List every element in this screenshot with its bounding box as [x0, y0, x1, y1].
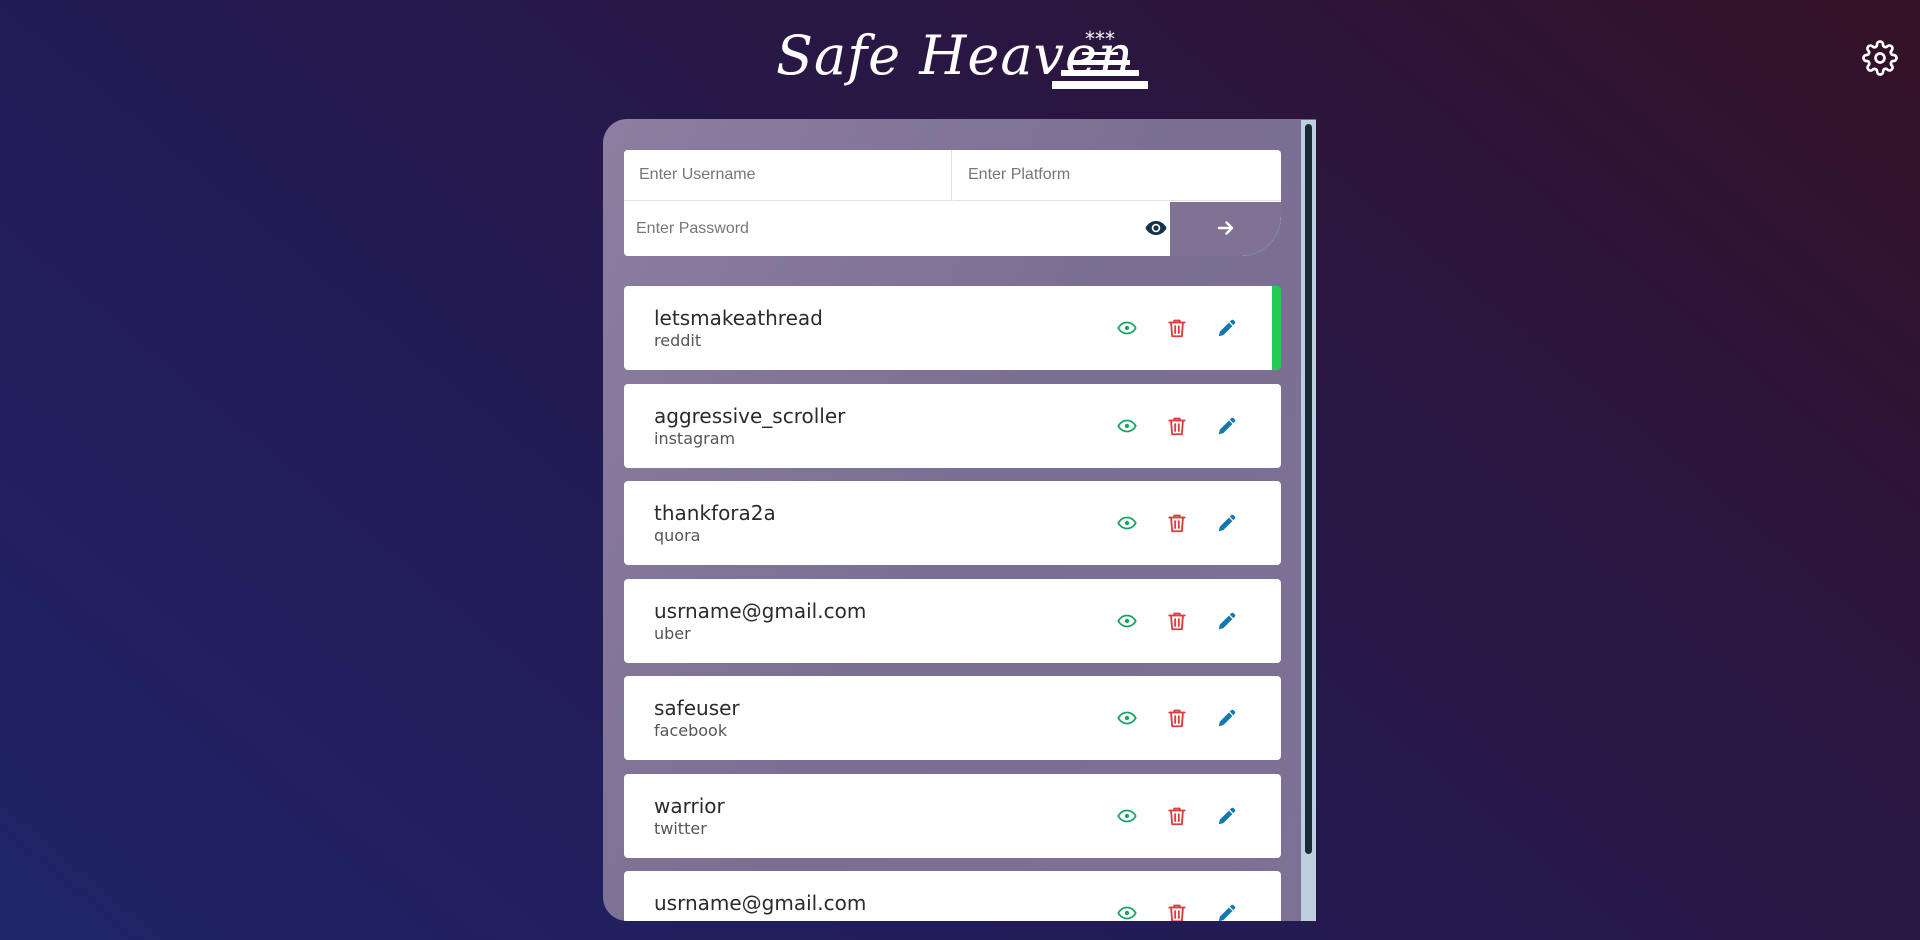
add-credential-form	[624, 150, 1281, 256]
view-password-eye-icon[interactable]	[1116, 805, 1138, 827]
logo-text: ***	[1085, 30, 1115, 51]
credential-platform: uber	[654, 623, 691, 643]
credential-username: warrior	[654, 793, 725, 818]
credential-username: safeuser	[654, 696, 740, 720]
credential-card[interactable]: usrname@gmail.com	[624, 871, 1281, 921]
credential-card[interactable]: letsmakeathread reddit	[624, 286, 1281, 370]
credential-platform: quora	[654, 526, 701, 545]
credential-card[interactable]: safeuser facebook	[624, 676, 1281, 760]
edit-pencil-icon[interactable]	[1216, 512, 1238, 534]
view-password-eye-icon[interactable]	[1116, 707, 1138, 729]
credential-platform: instagram	[654, 428, 736, 448]
logo-icon: ***	[1052, 30, 1148, 89]
gear-icon[interactable]	[1862, 40, 1898, 76]
credential-card[interactable]: thankfora2a quora	[624, 481, 1281, 565]
scrollbar[interactable]	[1301, 120, 1316, 921]
edit-pencil-icon[interactable]	[1216, 805, 1238, 827]
view-password-eye-icon[interactable]	[1116, 512, 1138, 534]
edit-pencil-icon[interactable]	[1216, 415, 1238, 437]
scroll-thumb[interactable]	[1305, 124, 1312, 854]
credential-username: usrname@gmail.com	[654, 891, 867, 915]
delete-trash-icon[interactable]	[1166, 805, 1188, 827]
view-password-eye-icon[interactable]	[1116, 902, 1138, 921]
credential-username: aggressive_scroller	[654, 403, 846, 428]
delete-trash-icon[interactable]	[1166, 317, 1188, 339]
edit-pencil-icon[interactable]	[1216, 317, 1238, 339]
delete-trash-icon[interactable]	[1166, 902, 1188, 921]
delete-trash-icon[interactable]	[1166, 415, 1188, 437]
submit-button[interactable]	[1170, 202, 1281, 256]
delete-trash-icon[interactable]	[1166, 610, 1188, 632]
show-password-eye-icon[interactable]	[1144, 216, 1168, 240]
platform-input[interactable]	[953, 150, 1281, 201]
edit-pencil-icon[interactable]	[1216, 902, 1238, 921]
delete-trash-icon[interactable]	[1166, 707, 1188, 729]
credential-platform: reddit	[654, 331, 702, 350]
vault-panel: letsmakeathreadreddit aggressive_scroller…	[603, 119, 1316, 921]
credential-platform: twitter	[654, 818, 707, 838]
view-password-eye-icon[interactable]	[1116, 317, 1138, 339]
edit-pencil-icon[interactable]	[1216, 610, 1238, 632]
view-password-eye-icon[interactable]	[1116, 610, 1138, 632]
app-header: Safe Heaven ***	[0, 22, 1920, 102]
credential-username: thankfora2a	[654, 501, 776, 525]
arrow-right-icon	[1217, 221, 1234, 235]
view-password-eye-icon[interactable]	[1116, 415, 1138, 437]
credential-card[interactable]: usrname@gmail.com uber	[624, 578, 1281, 663]
credential-platform: facebook	[654, 721, 728, 740]
edit-pencil-icon[interactable]	[1216, 707, 1238, 729]
password-input[interactable]	[624, 202, 1144, 256]
credential-username: letsmakeathread	[654, 306, 823, 330]
credential-username: usrname@gmail.com	[654, 598, 867, 623]
username-input[interactable]	[624, 150, 952, 201]
credential-card[interactable]: aggressive_scroller instagram	[624, 383, 1281, 468]
credential-card[interactable]: warrior twitter	[624, 773, 1281, 858]
delete-trash-icon[interactable]	[1166, 512, 1188, 534]
